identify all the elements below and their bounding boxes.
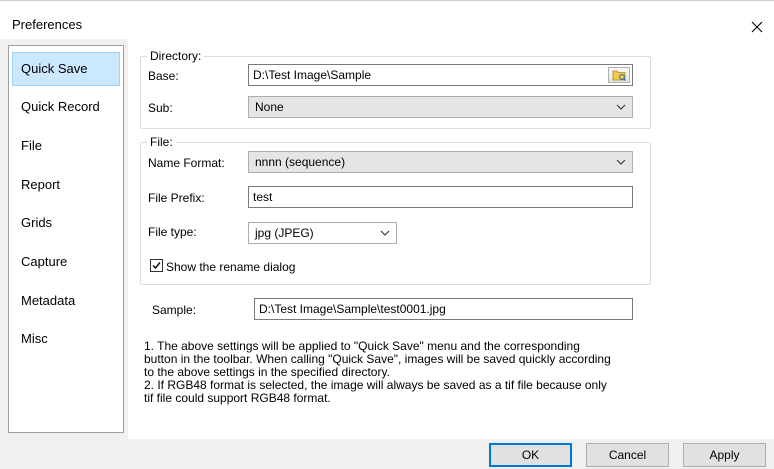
title-bar: Preferences — [0, 1, 774, 39]
checkmark-icon — [152, 262, 161, 270]
folder-icon — [612, 70, 626, 81]
file-prefix-input[interactable]: test — [248, 186, 633, 208]
show-rename-dialog-checkbox[interactable] — [150, 259, 163, 272]
settings-panel: Directory: Base: D:\Test Image\Sample Su… — [128, 39, 774, 439]
file-group-title: File: — [147, 135, 176, 149]
close-icon — [751, 21, 763, 33]
file-prefix-label: File Prefix: — [148, 191, 205, 205]
sidebar-item-capture[interactable]: Capture — [12, 245, 120, 279]
sample-filename-value: D:\Test Image\Sample\test0001.jpg — [259, 302, 446, 316]
name-format-label: Name Format: — [148, 156, 225, 170]
sidebar-item-report[interactable]: Report — [12, 168, 120, 202]
dialog-client-area: Quick Save Quick Record File Report Grid… — [0, 39, 774, 439]
sample-label: Sample: — [152, 303, 197, 317]
file-prefix-value: test — [253, 190, 273, 204]
chevron-down-icon — [380, 230, 390, 236]
directory-group-title: Directory: — [147, 49, 205, 63]
preferences-dialog: Preferences Quick Save Quick Record File… — [0, 0, 774, 469]
sub-directory-value: None — [255, 100, 284, 114]
base-directory-field[interactable]: D:\Test Image\Sample — [248, 64, 633, 86]
sidebar-item-file[interactable]: File — [12, 129, 120, 163]
base-label: Base: — [148, 69, 179, 83]
apply-button[interactable]: Apply — [683, 443, 766, 467]
chevron-down-icon — [616, 104, 626, 110]
browse-folder-button[interactable] — [608, 67, 630, 83]
sidebar-item-misc[interactable]: Misc — [12, 322, 120, 356]
sub-label: Sub: — [148, 101, 173, 115]
ok-button[interactable]: OK — [489, 443, 572, 467]
chevron-down-icon — [616, 159, 626, 165]
category-list: Quick Save Quick Record File Report Grid… — [8, 45, 124, 433]
sidebar-item-quick-record[interactable]: Quick Record — [12, 90, 120, 124]
file-type-select[interactable]: jpg (JPEG) — [248, 222, 397, 244]
base-directory-value: D:\Test Image\Sample — [253, 68, 372, 82]
button-bar: OK Cancel Apply — [0, 439, 774, 469]
sidebar-item-quick-save[interactable]: Quick Save — [12, 52, 120, 86]
file-type-value: jpg (JPEG) — [255, 226, 314, 240]
sub-directory-select[interactable]: None — [248, 96, 633, 118]
close-button[interactable] — [740, 15, 774, 39]
sidebar-item-metadata[interactable]: Metadata — [12, 284, 120, 318]
file-type-label: File type: — [148, 225, 197, 239]
name-format-select[interactable]: nnnn (sequence) — [248, 151, 633, 173]
cancel-button[interactable]: Cancel — [586, 443, 669, 467]
show-rename-dialog-label[interactable]: Show the rename dialog — [166, 260, 295, 274]
sample-filename-field[interactable]: D:\Test Image\Sample\test0001.jpg — [254, 298, 633, 320]
note-line-5: tif file could support RGB48 format. — [144, 391, 331, 405]
sidebar-item-grids[interactable]: Grids — [12, 206, 120, 240]
name-format-value: nnnn (sequence) — [255, 155, 346, 169]
dialog-title: Preferences — [12, 17, 83, 32]
